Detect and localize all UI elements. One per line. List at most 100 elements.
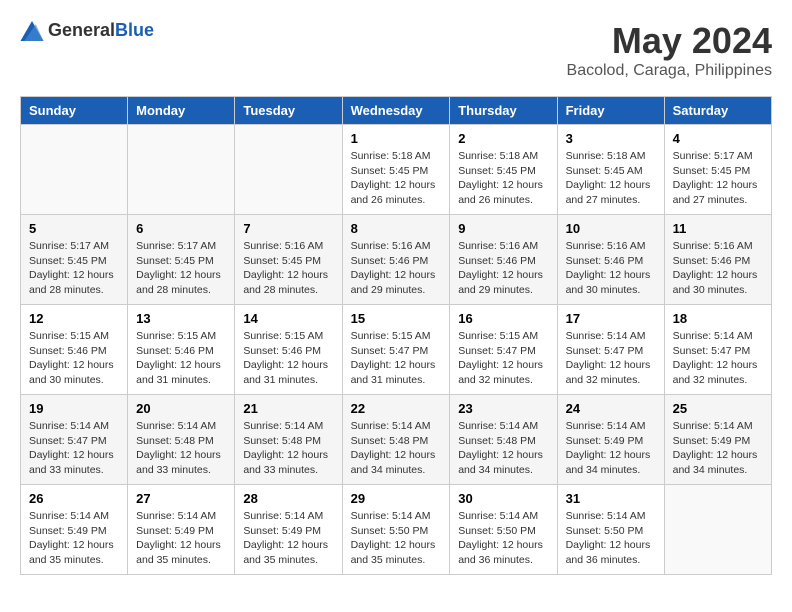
calendar-cell: 4 Sunrise: 5:17 AM Sunset: 5:45 PM Daylig… [664, 125, 771, 215]
day-info: Sunrise: 5:14 AM Sunset: 5:49 PM Dayligh… [243, 509, 333, 568]
day-number: 19 [29, 401, 119, 416]
calendar-cell: 20Sunrise: 5:14 AM Sunset: 5:48 PM Dayli… [128, 395, 235, 485]
day-number: 9 [458, 221, 548, 236]
day-number: 25 [673, 401, 763, 416]
calendar-cell: 6 Sunrise: 5:17 AM Sunset: 5:45 PM Daylig… [128, 215, 235, 305]
calendar-cell: 18Sunrise: 5:14 AM Sunset: 5:47 PM Dayli… [664, 305, 771, 395]
calendar-table: SundayMondayTuesdayWednesdayThursdayFrid… [20, 96, 772, 575]
calendar-cell: 14 Sunrise: 5:15 AM Sunset: 5:46 PM Dayli… [235, 305, 342, 395]
day-number: 8 [351, 221, 442, 236]
day-number: 23 [458, 401, 548, 416]
day-number: 29 [351, 491, 442, 506]
day-number: 17 [566, 311, 656, 326]
day-info: Sunrise: 5:14 AM Sunset: 5:48 PM Dayligh… [351, 419, 442, 478]
day-info: Sunrise: 5:17 AM Sunset: 5:45 PM Dayligh… [136, 239, 226, 298]
title-block: May 2024 Bacolod, Caraga, Philippines [567, 20, 772, 80]
calendar-cell: 5 Sunrise: 5:17 AM Sunset: 5:45 PM Daylig… [21, 215, 128, 305]
day-number: 13 [136, 311, 226, 326]
day-number: 27 [136, 491, 226, 506]
day-info: Sunrise: 5:15 AM Sunset: 5:46 PM Dayligh… [136, 329, 226, 388]
day-number: 31 [566, 491, 656, 506]
calendar-cell [664, 485, 771, 575]
day-info: Sunrise: 5:17 AM Sunset: 5:45 PM Dayligh… [29, 239, 119, 298]
header-wednesday: Wednesday [342, 97, 450, 125]
calendar-cell: 1Sunrise: 5:18 AM Sunset: 5:45 PM Daylig… [342, 125, 450, 215]
day-number: 5 [29, 221, 119, 236]
logo: GeneralBlue [20, 20, 154, 41]
location-title: Bacolod, Caraga, Philippines [567, 62, 772, 80]
day-number: 14 [243, 311, 333, 326]
day-info: Sunrise: 5:14 AM Sunset: 5:48 PM Dayligh… [243, 419, 333, 478]
day-number: 3 [566, 131, 656, 146]
day-number: 7 [243, 221, 333, 236]
calendar-week-2: 12 Sunrise: 5:15 AM Sunset: 5:46 PM Dayli… [21, 305, 772, 395]
day-number: 15 [351, 311, 442, 326]
day-info: Sunrise: 5:14 AM Sunset: 5:49 PM Dayligh… [136, 509, 226, 568]
calendar-cell [128, 125, 235, 215]
calendar-cell: 29 Sunrise: 5:14 AM Sunset: 5:50 PM Dayli… [342, 485, 450, 575]
logo-general: General [48, 20, 115, 40]
day-info: Sunrise: 5:14 AM Sunset: 5:47 PM Dayligh… [673, 329, 763, 388]
day-info: Sunrise: 5:16 AM Sunset: 5:46 PM Dayligh… [351, 239, 442, 298]
logo-blue: Blue [115, 20, 154, 40]
calendar-cell: 15Sunrise: 5:15 AM Sunset: 5:47 PM Dayli… [342, 305, 450, 395]
calendar-cell: 16 Sunrise: 5:15 AM Sunset: 5:47 PM Dayli… [450, 305, 557, 395]
day-info: Sunrise: 5:16 AM Sunset: 5:45 PM Dayligh… [243, 239, 333, 298]
day-info: Sunrise: 5:14 AM Sunset: 5:49 PM Dayligh… [673, 419, 763, 478]
day-number: 16 [458, 311, 548, 326]
day-info: Sunrise: 5:15 AM Sunset: 5:46 PM Dayligh… [29, 329, 119, 388]
calendar-cell: 22 Sunrise: 5:14 AM Sunset: 5:48 PM Dayli… [342, 395, 450, 485]
day-info: Sunrise: 5:16 AM Sunset: 5:46 PM Dayligh… [673, 239, 763, 298]
calendar-cell: 17 Sunrise: 5:14 AM Sunset: 5:47 PM Dayli… [557, 305, 664, 395]
day-info: Sunrise: 5:14 AM Sunset: 5:50 PM Dayligh… [566, 509, 656, 568]
calendar-cell: 31 Sunrise: 5:14 AM Sunset: 5:50 PM Dayli… [557, 485, 664, 575]
calendar-cell: 26 Sunrise: 5:14 AM Sunset: 5:49 PM Dayli… [21, 485, 128, 575]
day-info: Sunrise: 5:14 AM Sunset: 5:48 PM Dayligh… [136, 419, 226, 478]
page-header: GeneralBlue May 2024 Bacolod, Caraga, Ph… [20, 20, 772, 80]
day-number: 10 [566, 221, 656, 236]
calendar-week-0: 1Sunrise: 5:18 AM Sunset: 5:45 PM Daylig… [21, 125, 772, 215]
day-info: Sunrise: 5:14 AM Sunset: 5:50 PM Dayligh… [458, 509, 548, 568]
calendar-header-row: SundayMondayTuesdayWednesdayThursdayFrid… [21, 97, 772, 125]
day-number: 24 [566, 401, 656, 416]
day-info: Sunrise: 5:17 AM Sunset: 5:45 PM Dayligh… [673, 149, 763, 208]
day-info: Sunrise: 5:14 AM Sunset: 5:47 PM Dayligh… [566, 329, 656, 388]
header-friday: Friday [557, 97, 664, 125]
day-number: 22 [351, 401, 442, 416]
day-info: Sunrise: 5:18 AM Sunset: 5:45 AM Dayligh… [566, 149, 656, 208]
day-info: Sunrise: 5:14 AM Sunset: 5:47 PM Dayligh… [29, 419, 119, 478]
calendar-cell: 21 Sunrise: 5:14 AM Sunset: 5:48 PM Dayli… [235, 395, 342, 485]
calendar-cell: 23 Sunrise: 5:14 AM Sunset: 5:48 PM Dayli… [450, 395, 557, 485]
day-info: Sunrise: 5:14 AM Sunset: 5:50 PM Dayligh… [351, 509, 442, 568]
day-info: Sunrise: 5:18 AM Sunset: 5:45 PM Dayligh… [458, 149, 548, 208]
calendar-cell: 3 Sunrise: 5:18 AM Sunset: 5:45 AM Daylig… [557, 125, 664, 215]
logo-icon [20, 21, 44, 41]
calendar-cell: 30Sunrise: 5:14 AM Sunset: 5:50 PM Dayli… [450, 485, 557, 575]
day-info: Sunrise: 5:14 AM Sunset: 5:48 PM Dayligh… [458, 419, 548, 478]
day-info: Sunrise: 5:14 AM Sunset: 5:49 PM Dayligh… [29, 509, 119, 568]
calendar-cell: 28 Sunrise: 5:14 AM Sunset: 5:49 PM Dayli… [235, 485, 342, 575]
day-number: 26 [29, 491, 119, 506]
day-info: Sunrise: 5:15 AM Sunset: 5:46 PM Dayligh… [243, 329, 333, 388]
day-number: 21 [243, 401, 333, 416]
calendar-week-1: 5 Sunrise: 5:17 AM Sunset: 5:45 PM Daylig… [21, 215, 772, 305]
calendar-cell [21, 125, 128, 215]
day-number: 28 [243, 491, 333, 506]
month-title: May 2024 [567, 20, 772, 62]
calendar-cell: 9Sunrise: 5:16 AM Sunset: 5:46 PM Daylig… [450, 215, 557, 305]
day-info: Sunrise: 5:18 AM Sunset: 5:45 PM Dayligh… [351, 149, 442, 208]
calendar-cell: 11 Sunrise: 5:16 AM Sunset: 5:46 PM Dayli… [664, 215, 771, 305]
calendar-body: 1Sunrise: 5:18 AM Sunset: 5:45 PM Daylig… [21, 125, 772, 575]
calendar-cell: 7 Sunrise: 5:16 AM Sunset: 5:45 PM Daylig… [235, 215, 342, 305]
calendar-cell: 10 Sunrise: 5:16 AM Sunset: 5:46 PM Dayli… [557, 215, 664, 305]
day-number: 12 [29, 311, 119, 326]
day-number: 4 [673, 131, 763, 146]
day-number: 2 [458, 131, 548, 146]
day-info: Sunrise: 5:15 AM Sunset: 5:47 PM Dayligh… [458, 329, 548, 388]
day-info: Sunrise: 5:16 AM Sunset: 5:46 PM Dayligh… [566, 239, 656, 298]
day-number: 11 [673, 221, 763, 236]
day-info: Sunrise: 5:14 AM Sunset: 5:49 PM Dayligh… [566, 419, 656, 478]
header-sunday: Sunday [21, 97, 128, 125]
header-saturday: Saturday [664, 97, 771, 125]
day-number: 6 [136, 221, 226, 236]
